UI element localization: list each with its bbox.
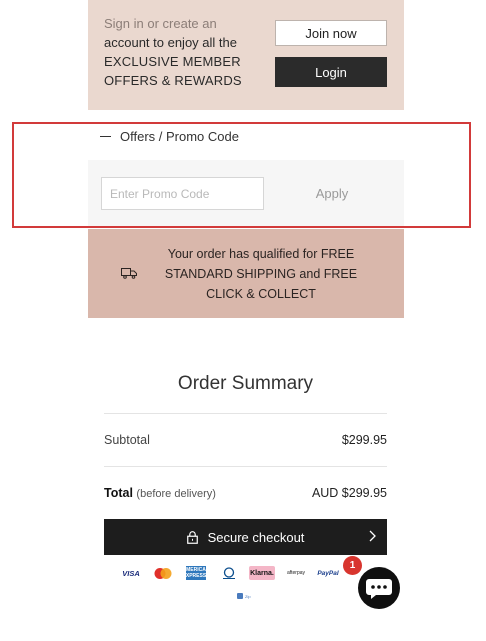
lock-icon (186, 530, 198, 544)
delivery-truck-icon (121, 268, 137, 279)
chevron-right-icon (369, 530, 376, 542)
zip-logo-text: Zip (245, 593, 251, 599)
subtotal-label: Subtotal (104, 433, 150, 447)
chat-bubble-icon (366, 579, 392, 599)
mastercard-logo (153, 566, 173, 580)
total-note: (before delivery) (136, 488, 216, 500)
paypal-logo: PayPal (317, 569, 339, 577)
shipping-text-3: STANDARD SHIPPING (164, 267, 296, 281)
total-label: Total (104, 486, 133, 500)
chat-notification-badge: 1 (343, 556, 362, 575)
subtotal-value: $299.95 (341, 433, 387, 447)
zip-logo: Zip (237, 592, 255, 600)
total-value: AUD $299.95 (311, 486, 387, 500)
diners-club-logo (221, 566, 237, 580)
shipping-text-4: and (299, 267, 321, 281)
member-text-line4: OFFERS & REWARDS (104, 73, 242, 88)
join-now-button[interactable]: Join now (275, 20, 387, 46)
free-shipping-banner: Your order has qualified for FREE STANDA… (88, 229, 404, 318)
divider (104, 466, 387, 467)
divider (104, 413, 387, 414)
shipping-text-5: FREE (323, 267, 358, 281)
member-promo-text: Sign in or create an account to enjoy al… (104, 14, 269, 90)
member-text-line3: EXCLUSIVE MEMBER (104, 54, 241, 69)
amex-logo: AMERICAN EXPRESS (182, 566, 210, 580)
member-text-line1: Sign in or create an (104, 16, 217, 31)
chat-button[interactable] (358, 567, 400, 609)
login-button[interactable]: Login (275, 57, 387, 87)
klarna-logo: Klarna. (249, 566, 275, 580)
member-text-line2: account to enjoy all the (104, 35, 237, 50)
free-shipping-message: Your order has qualified for FREE STANDA… (150, 244, 372, 304)
order-summary-title: Order Summary (177, 373, 314, 394)
zip-mark-icon (237, 593, 243, 599)
member-panel: Sign in or create an account to enjoy al… (88, 0, 404, 110)
total-label-group: Total (before delivery) (104, 486, 216, 500)
shipping-text-1: Your order has qualified for (167, 247, 318, 261)
visa-logo: VISA (122, 568, 140, 578)
secure-checkout-button[interactable]: Secure checkout (104, 519, 387, 555)
shipping-text-6: CLICK & COLLECT (206, 287, 316, 301)
highlight-frame (12, 122, 471, 228)
afterpay-logo: afterpay (286, 570, 306, 576)
shipping-text-2: FREE (320, 247, 355, 261)
secure-checkout-label: Secure checkout (207, 529, 305, 545)
